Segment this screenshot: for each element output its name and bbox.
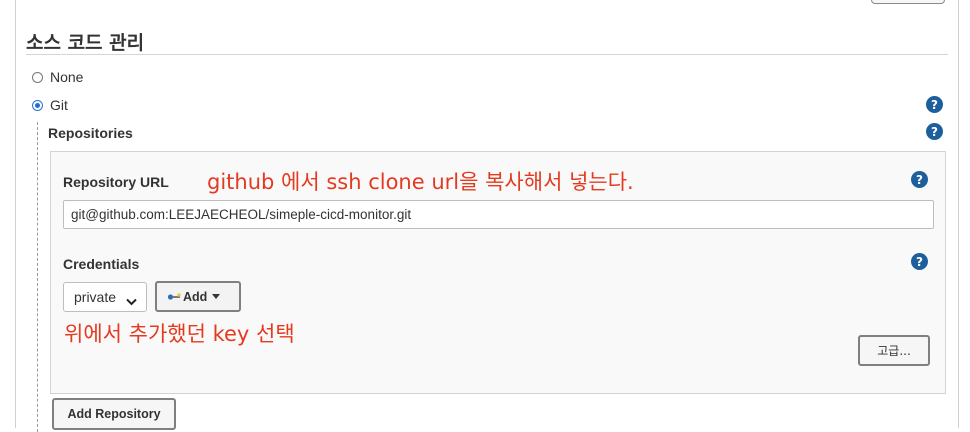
- credentials-select[interactable]: private: [63, 282, 147, 312]
- key-icon: [167, 292, 181, 302]
- caret-down-icon: [212, 294, 221, 299]
- section-divider: [26, 54, 948, 55]
- repository-url-label: Repository URL: [63, 174, 169, 190]
- credentials-selected-value: private: [74, 289, 117, 305]
- scm-option-none-label: None: [50, 69, 84, 85]
- help-glyph: ?: [916, 254, 923, 269]
- scm-option-none[interactable]: None: [32, 68, 83, 86]
- help-glyph: ?: [916, 172, 923, 187]
- git-help-icon[interactable]: ?: [926, 96, 943, 113]
- add-button-label: Add: [183, 289, 208, 304]
- repository-url-help-icon[interactable]: ?: [911, 171, 928, 188]
- repositories-help-icon[interactable]: ?: [926, 123, 943, 140]
- radio-git[interactable]: [32, 99, 43, 111]
- add-credentials-button[interactable]: Add: [155, 281, 241, 312]
- section-title: 소스 코드 관리: [26, 32, 145, 54]
- git-options-dashed-line: [37, 122, 38, 432]
- credentials-help-icon[interactable]: ?: [911, 253, 928, 270]
- scm-option-git[interactable]: Git: [32, 96, 68, 114]
- url-annotation: github 에서 ssh clone url을 복사해서 넣는다.: [207, 170, 634, 194]
- chevron-down-icon: [126, 293, 137, 309]
- scm-option-git-label: Git: [50, 97, 68, 113]
- previous-section-button[interactable]: [871, 0, 945, 4]
- help-glyph: ?: [931, 124, 938, 139]
- credentials-annotation: 위에서 추가했던 key 선택: [64, 322, 295, 346]
- credentials-label: Credentials: [63, 256, 140, 272]
- repositories-label: Repositories: [48, 125, 133, 141]
- add-repository-button[interactable]: Add Repository: [52, 398, 176, 430]
- radio-none[interactable]: [32, 71, 43, 83]
- advanced-button[interactable]: 고급...: [858, 335, 930, 366]
- repository-url-input[interactable]: [63, 200, 934, 229]
- help-glyph: ?: [931, 97, 938, 112]
